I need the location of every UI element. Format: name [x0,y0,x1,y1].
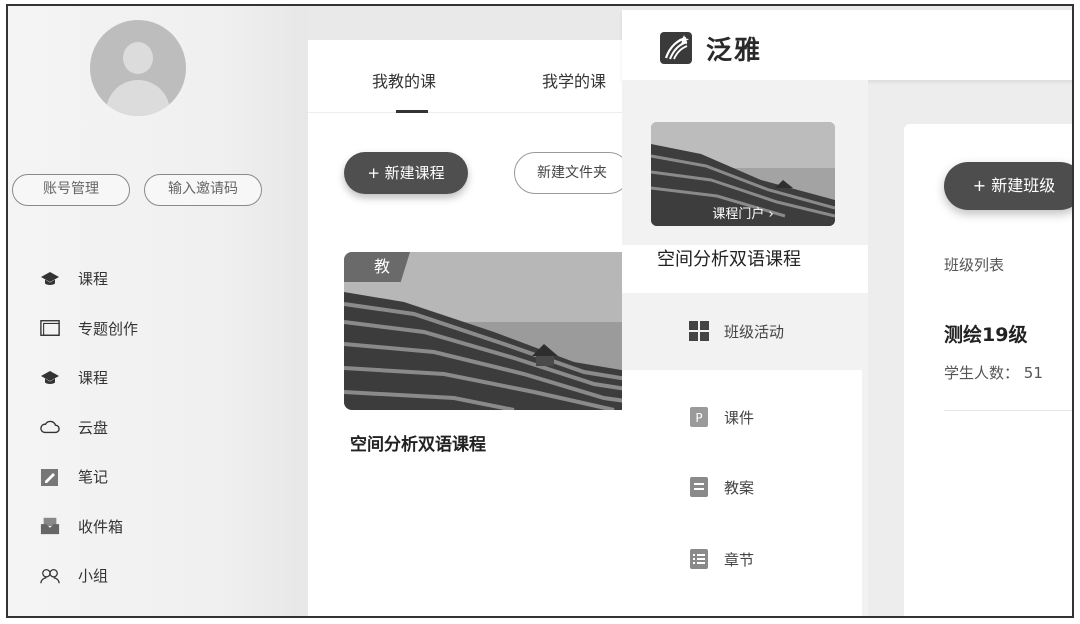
inbox-icon [40,516,60,536]
course-tabs: 我教的课 我学的课 [308,40,633,113]
left-sidebar: 账号管理 输入邀请码 课程 专题创作 课程 云盘 笔记 收件箱 小组 [8,6,308,616]
screenshot-frame: 账号管理 输入邀请码 课程 专题创作 课程 云盘 笔记 收件箱 小组 我教的课 … [6,4,1074,618]
student-count-value: 51 [1023,364,1043,382]
grid-icon [688,320,710,342]
sidebar-item-topic-creation[interactable]: 专题创作 [40,304,138,354]
course-card-image[interactable]: 教 [344,252,633,410]
nav-label: 教案 [724,478,755,497]
course-card-title[interactable]: 空间分析双语课程 [350,430,486,455]
app-header: 泛雅 [622,10,1072,80]
student-count-label: 学生人数： [944,364,1020,382]
sidebar-item-label: 课程 [78,270,109,289]
sidebar-menu: 课程 专题创作 课程 云盘 笔记 收件箱 小组 [40,254,138,601]
divider [944,410,1072,411]
new-course-button[interactable]: + 新建课程 [344,152,468,194]
sidebar-item-label: 课程 [78,369,109,388]
window-icon [40,318,60,338]
nav-label: 班级活动 [724,322,785,341]
course-sidebar: 课程门户 › 空间分析双语课程 班级活动 P 课件 教案 章节 [622,80,868,616]
enter-invite-code-button[interactable]: 输入邀请码 [144,174,262,206]
avatar-head [123,42,153,74]
active-tab-indicator [396,110,428,113]
tab-my-teaching[interactable]: 我教的课 [372,68,436,92]
nav-label: 章节 [724,550,755,569]
graduation-cap-icon [40,269,60,289]
avatar[interactable] [90,20,186,116]
avatar-body [106,80,170,116]
ppt-icon: P [688,406,710,428]
account-management-button[interactable]: 账号管理 [12,174,130,206]
course-detail-app: 泛雅 课程门户 › 空间分析双语课程 班级活动 P 课件 教案 章节 + 新建班… [622,10,1072,616]
course-cover[interactable]: 课程门户 › [651,122,835,226]
sidebar-item-notes[interactable]: 笔记 [40,452,138,502]
graduation-cap-icon [40,368,60,388]
course-name-bar: 空间分析双语课程 [622,245,868,293]
new-folder-button[interactable]: 新建文件夹 [514,152,630,194]
course-name: 空间分析双语课程 [657,249,801,270]
sidebar-item-group[interactable]: 小组 [40,551,138,601]
list-icon [688,548,710,570]
nav-class-activity[interactable]: 班级活动 [622,302,862,360]
note-icon [40,467,60,487]
sidebar-item-label: 小组 [78,567,109,586]
student-count: 学生人数： 51 [944,362,1043,383]
class-panel: + 新建班级 班级列表 测绘19级 学生人数： 51 [904,124,1072,616]
fanya-logo-icon [660,32,692,64]
svg-text:P: P [695,411,702,425]
nav-courseware[interactable]: P 课件 [622,388,862,446]
tab-my-learning[interactable]: 我学的课 [542,68,606,92]
sidebar-item-label: 收件箱 [78,517,124,536]
brand-name: 泛雅 [706,36,763,66]
class-list-title: 班级列表 [944,256,1005,274]
nav-label: 课件 [724,408,755,427]
sidebar-item-inbox[interactable]: 收件箱 [40,502,138,552]
teaching-badge: 教 [344,252,410,282]
nav-lesson-plan[interactable]: 教案 [622,458,862,516]
sidebar-item-label: 专题创作 [78,319,139,338]
class-name[interactable]: 测绘19级 [944,320,1027,347]
nav-chapters[interactable]: 章节 [622,530,862,588]
sidebar-item-cloud-drive[interactable]: 云盘 [40,403,138,453]
group-icon [40,566,60,586]
course-portal-link[interactable]: 课程门户 › [651,203,835,222]
new-class-button[interactable]: + 新建班级 [944,162,1072,210]
sidebar-item-label: 云盘 [78,418,109,437]
cloud-icon [40,417,60,437]
sidebar-item-label: 笔记 [78,468,109,487]
lesson-plan-icon [688,476,710,498]
sidebar-item-course[interactable]: 课程 [40,254,138,304]
course-list-panel: 我教的课 我学的课 + 新建课程 新建文件夹 教 空间分析双语课程 [308,40,633,616]
sidebar-item-course-2[interactable]: 课程 [40,353,138,403]
